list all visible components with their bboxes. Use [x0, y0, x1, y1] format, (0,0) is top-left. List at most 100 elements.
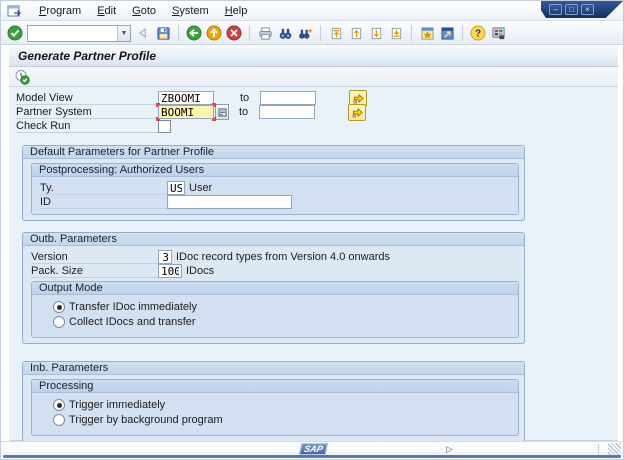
- menu-system[interactable]: System: [164, 3, 217, 19]
- application-toolbar: [9, 67, 618, 87]
- svg-text:?: ?: [475, 29, 481, 40]
- help-icon[interactable]: ?: [469, 24, 487, 42]
- focused-field-wrap: [156, 103, 216, 121]
- toolbar-separator: [249, 25, 250, 41]
- toolbar-separator: [320, 25, 321, 41]
- radio-row-trigger-immediately: Trigger immediately: [40, 398, 518, 412]
- partner-system-label: Partner System: [16, 106, 158, 119]
- processing-header: Processing: [32, 380, 518, 393]
- sap-logo: SAP: [298, 443, 329, 455]
- execute-icon[interactable]: [13, 68, 31, 86]
- output-mode-groupbox: Output Mode Transfer IDoc immediately Co…: [31, 281, 519, 338]
- pack-size-input[interactable]: [158, 264, 182, 278]
- model-view-input[interactable]: [158, 91, 214, 105]
- toolbar-separator: [411, 25, 412, 41]
- create-shortcut-icon[interactable]: [438, 24, 456, 42]
- print-icon[interactable]: [256, 24, 274, 42]
- trigger-background-label: Trigger by background program: [69, 414, 223, 426]
- enter-icon[interactable]: [6, 24, 24, 42]
- trigger-background-radio[interactable]: [53, 414, 65, 426]
- inbound-params-header: Inb. Parameters: [23, 362, 524, 375]
- id-label: ID: [40, 196, 167, 209]
- transfer-immediately-radio[interactable]: [53, 301, 65, 313]
- output-mode-header: Output Mode: [32, 282, 518, 295]
- value-help-icon[interactable]: [215, 104, 229, 120]
- outbound-params-header: Outb. Parameters: [23, 233, 524, 246]
- param-row-model-view: Model View to: [16, 89, 618, 107]
- param-row-pack-size: Pack. Size IDocs: [31, 264, 524, 278]
- multiple-selection-button[interactable]: [348, 103, 366, 121]
- statusbar-expand-icon[interactable]: ▷: [446, 444, 453, 455]
- maximize-button[interactable]: □: [565, 4, 578, 15]
- toolbar-separator: [462, 25, 463, 41]
- window-controls: – □ ×: [541, 1, 623, 18]
- toolbar-separator: [178, 25, 179, 41]
- default-params-groupbox: Default Parameters for Partner Profile P…: [22, 145, 525, 221]
- save-icon[interactable]: [154, 24, 172, 42]
- close-button[interactable]: ×: [581, 4, 594, 15]
- menu-help[interactable]: Help: [217, 3, 256, 19]
- last-page-icon[interactable]: [387, 24, 405, 42]
- ty-description: User: [189, 182, 213, 194]
- menu-edit[interactable]: Edit: [89, 3, 124, 19]
- collect-idocs-radio[interactable]: [53, 316, 65, 328]
- back-icon[interactable]: [185, 24, 203, 42]
- model-view-label: Model View: [16, 92, 158, 105]
- command-input[interactable]: [28, 26, 117, 40]
- pack-size-description: IDocs: [186, 265, 215, 277]
- first-page-icon[interactable]: [327, 24, 345, 42]
- trigger-immediately-radio[interactable]: [53, 399, 65, 411]
- menu-goto[interactable]: Goto: [124, 3, 164, 19]
- default-params-header: Default Parameters for Partner Profile: [23, 146, 524, 159]
- standard-toolbar: ▼ ?: [1, 22, 623, 45]
- menu-program[interactable]: Program: [31, 3, 89, 19]
- param-row-version: Version IDoc record types from Version 4…: [31, 250, 524, 264]
- radio-row-trigger-background: Trigger by background program: [40, 413, 518, 427]
- to-label: to: [239, 106, 249, 118]
- ty-input[interactable]: [167, 181, 185, 195]
- system-menu-icon[interactable]: [7, 4, 23, 18]
- param-row-check-run: Check Run: [16, 119, 618, 133]
- previous-page-icon[interactable]: [347, 24, 365, 42]
- model-view-to-input[interactable]: [260, 91, 316, 105]
- cancel-icon[interactable]: [225, 24, 243, 42]
- find-icon[interactable]: [276, 24, 294, 42]
- id-input[interactable]: [167, 195, 292, 209]
- minimize-button[interactable]: –: [549, 4, 562, 15]
- statusbar-separator: [598, 444, 599, 455]
- postprocessing-header: Postprocessing: Authorized Users: [32, 164, 518, 177]
- version-description: IDoc record types from Version 4.0 onwar…: [176, 251, 390, 263]
- command-dropdown-icon[interactable]: ▼: [117, 25, 130, 41]
- param-row-ty: Ty. User: [40, 181, 518, 195]
- menu-bar: Program Edit Goto System Help – □ ×: [1, 1, 623, 21]
- check-run-label: Check Run: [16, 120, 158, 133]
- check-run-checkbox[interactable]: [158, 119, 171, 133]
- param-row-id: ID: [40, 195, 518, 209]
- radio-row-collect-idocs: Collect IDocs and transfer: [40, 315, 518, 329]
- version-label: Version: [31, 251, 158, 264]
- client-area: Model View to Partner System to: [9, 87, 618, 442]
- exit-icon[interactable]: [205, 24, 223, 42]
- window-bottom-border: [3, 455, 621, 458]
- inbound-params-groupbox: Inb. Parameters Processing Trigger immed…: [22, 361, 525, 442]
- next-page-icon[interactable]: [367, 24, 385, 42]
- screen-frame: Generate Partner Profile Model View to P…: [9, 45, 618, 442]
- postprocessing-groupbox: Postprocessing: Authorized Users Ty. Use…: [31, 163, 519, 215]
- version-input[interactable]: [158, 250, 172, 264]
- screen-title: Generate Partner Profile: [18, 48, 157, 63]
- sap-window: Program Edit Goto System Help – □ × ▼ ? …: [0, 0, 624, 460]
- partner-system-to-input[interactable]: [259, 105, 315, 119]
- radio-row-transfer-immediately: Transfer IDoc immediately: [40, 300, 518, 314]
- command-field: ▼: [27, 24, 131, 42]
- transfer-immediately-label: Transfer IDoc immediately: [69, 301, 197, 313]
- to-label: to: [240, 92, 250, 104]
- customize-layout-icon[interactable]: [489, 24, 507, 42]
- collect-idocs-label: Collect IDocs and transfer: [69, 316, 196, 328]
- trigger-immediately-label: Trigger immediately: [69, 399, 166, 411]
- find-next-icon[interactable]: [296, 24, 314, 42]
- ty-label: Ty.: [40, 182, 167, 195]
- collapse-command-icon[interactable]: [134, 24, 152, 42]
- partner-system-input[interactable]: [158, 105, 214, 119]
- processing-groupbox: Processing Trigger immediately Trigger b…: [31, 379, 519, 436]
- new-session-icon[interactable]: [418, 24, 436, 42]
